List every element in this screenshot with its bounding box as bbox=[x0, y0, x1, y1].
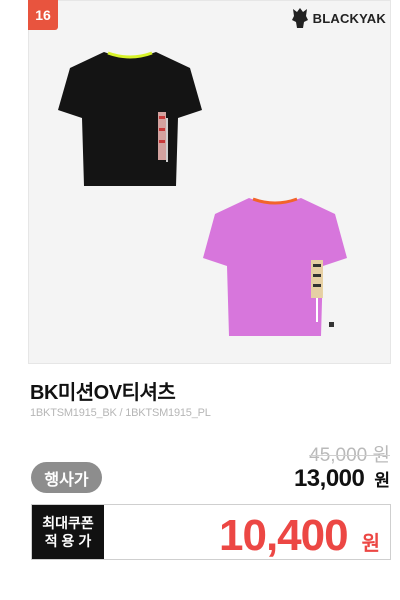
sale-price-unit: 원 bbox=[374, 471, 390, 490]
coupon-price-unit: 원 bbox=[361, 533, 380, 555]
coupon-price-box[interactable]: 최대쿠폰 적 용 가 10,400 원 bbox=[31, 504, 391, 560]
original-price: 45,000 원 bbox=[309, 445, 390, 466]
yak-logo-icon bbox=[291, 8, 308, 28]
product-codes: 1BKTSM1915_BK / 1BKTSM1915_PL bbox=[30, 407, 211, 419]
coupon-price: 10,400 원 bbox=[219, 511, 380, 561]
sale-badge: 행사가 bbox=[31, 462, 102, 493]
brand-name: BLACKYAK bbox=[312, 10, 386, 26]
rank-badge: 16 bbox=[28, 0, 58, 30]
product-name[interactable]: BK미션OV티셔츠 bbox=[30, 376, 176, 405]
black-tshirt-image bbox=[58, 51, 202, 186]
coupon-label-line1: 최대쿠폰 bbox=[42, 515, 94, 531]
coupon-price-value: 10,400 bbox=[219, 511, 349, 560]
pink-tshirt-image bbox=[203, 197, 347, 336]
coupon-label: 최대쿠폰 적 용 가 bbox=[32, 505, 104, 559]
brand-logo: BLACKYAK bbox=[291, 6, 386, 30]
sale-price-value: 13,000 bbox=[293, 465, 365, 492]
coupon-label-line2: 적 용 가 bbox=[44, 533, 92, 549]
sale-price: 13,000 원 bbox=[294, 465, 390, 493]
